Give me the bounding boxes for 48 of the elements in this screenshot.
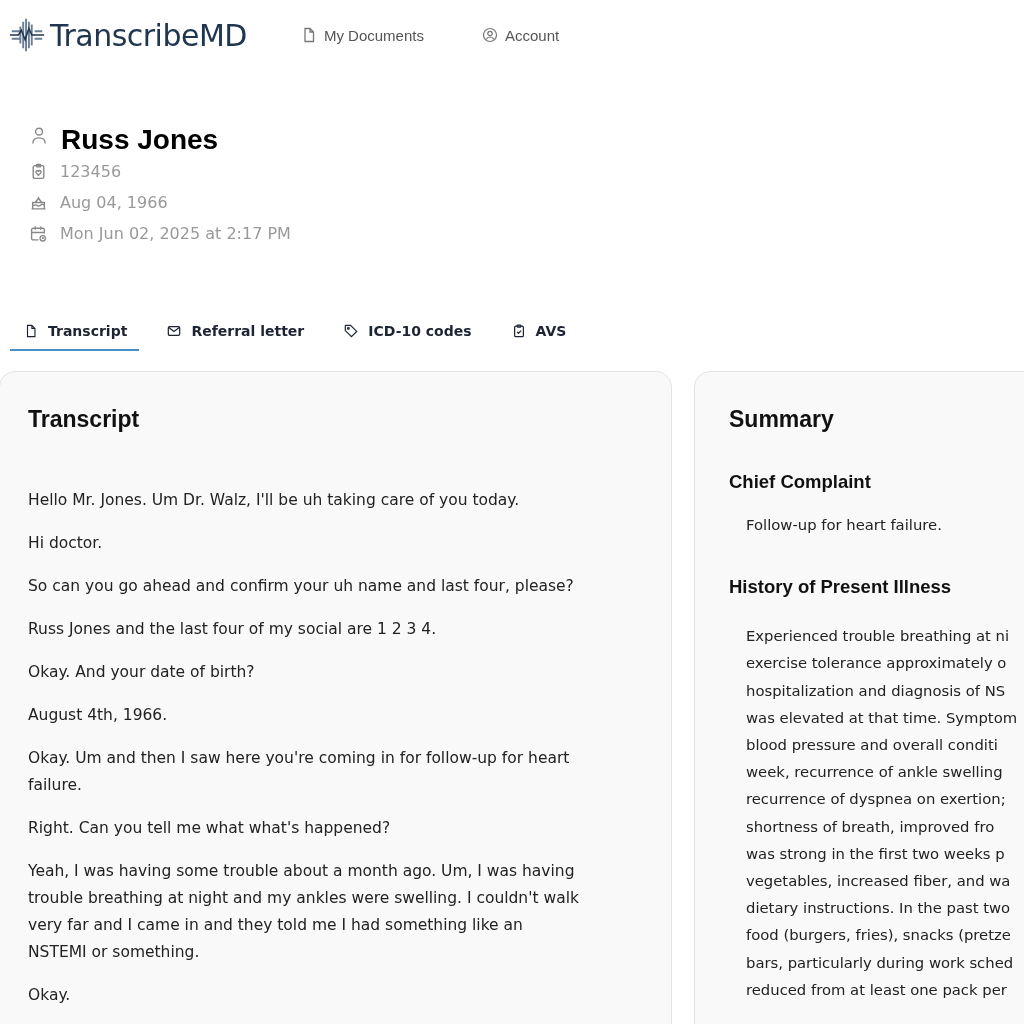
clipboard-check-icon (511, 324, 526, 338)
panel-title: Transcript (28, 406, 141, 433)
summary-text: Experienced trouble breathing at ni (746, 626, 1011, 647)
summary-text: week, recurrence of ankle swelling (746, 762, 1004, 783)
section-heading: History of Present Illness (729, 576, 953, 599)
patient-name: Russ Jones (61, 124, 219, 156)
user-circle-icon (481, 27, 498, 43)
brand-name: TranscribeMD (50, 17, 247, 53)
transcript-line: Yeah, I was having some trouble about a month ago. Um, I was having trouble breathing at night and my ankles were swelling. I couldn't walk very far and I came in and they told me I had something like an NSTEMI or something. (28, 861, 580, 963)
summary-text: Follow-up for heart failure. (746, 515, 943, 535)
transcript-line: Hi doctor. (28, 533, 104, 554)
nav-link[interactable]: Account (481, 26, 560, 44)
cake-icon (30, 194, 47, 211)
transcript-line: August 4th, 1966. (28, 705, 169, 726)
summary-text: shortness of breath, improved fro (746, 816, 996, 837)
section-heading: Chief Complaint (729, 471, 872, 493)
summary-text: exercise tolerance approximately o (746, 653, 1008, 674)
patient-detail: 123456 (60, 162, 122, 181)
summary-text: dietary instructions. In the past two (746, 898, 1012, 919)
patient-detail: Mon Jun 02, 2025 at 2:17 PM (60, 224, 291, 243)
panel-title: Summary (729, 406, 835, 433)
transcript-line: Okay. (28, 985, 72, 1006)
transcript-line: Okay. And your date of birth? (28, 662, 256, 683)
transcript-line: Hello Mr. Jones. Um Dr. Walz, I'll be uh taking care of you today. (28, 490, 521, 511)
mail-icon (167, 324, 182, 338)
transcript-line: So can you go ahead and confirm your uh name and last four, please? (28, 576, 575, 597)
tab[interactable]: Referral letter (153, 315, 317, 351)
summary-text: bars, particularly during work sched (746, 952, 1015, 973)
document-icon (24, 324, 38, 338)
tab[interactable]: ICD-10 codes (330, 315, 484, 351)
waveform-cross-logo-icon (8, 16, 46, 54)
summary-text: vegetables, increased fiber, and wa (746, 871, 1012, 892)
tab[interactable]: AVS (497, 315, 579, 351)
tag-icon (344, 324, 359, 338)
transcript-line: Right. Can you tell me what what's happened? (28, 818, 392, 839)
summary-text: food (burgers, fries), snacks (pretze (746, 925, 1012, 946)
transcript-line: Russ Jones and the last four of my social are 1 2 3 4. (28, 619, 438, 640)
tab[interactable]: Transcript (10, 315, 140, 351)
summary-text: recurrence of dyspnea on exertion; (746, 789, 1007, 810)
nav-link[interactable]: My Documents (300, 26, 424, 44)
summary-text: was elevated at that time. Symptom (746, 707, 1019, 728)
transcript-line: Okay. Um and then I saw here you're coming in for follow-up for heart failure. (28, 748, 571, 796)
summary-text: reduced from at least one pack per (746, 979, 1008, 1000)
summary-text: blood pressure and overall conditi (746, 735, 999, 755)
summary-text: was strong in the first two weeks p (746, 843, 1006, 864)
calendar-clock-icon (30, 225, 47, 242)
summary-text: hospitalization and diagnosis of NS (746, 680, 1007, 701)
patient-detail: Aug 04, 1966 (60, 193, 168, 212)
